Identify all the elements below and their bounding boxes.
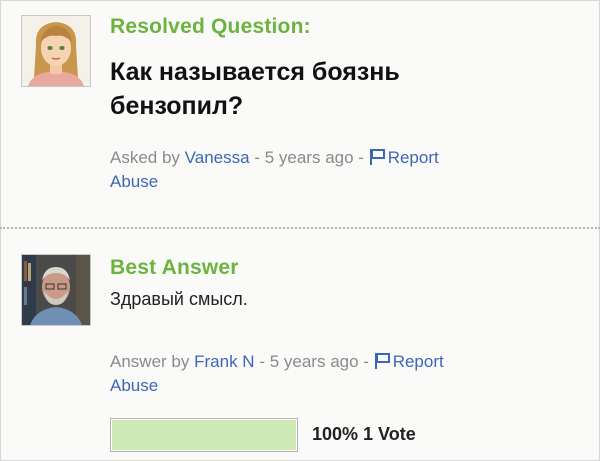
- best-answer-heading: Best Answer: [110, 256, 239, 279]
- answer-time: 5 years ago: [269, 352, 359, 371]
- question-meta: Asked by Vanessa - 5 years ago - Report A…: [110, 146, 580, 194]
- flag-icon: [374, 353, 390, 369]
- answerer-name-link[interactable]: Frank N: [194, 352, 254, 371]
- report-label: Report: [387, 148, 439, 167]
- meta-separator: -: [259, 352, 265, 371]
- man-photo-avatar-icon: [22, 255, 90, 325]
- asker-avatar[interactable]: [21, 15, 91, 87]
- meta-separator: -: [254, 148, 260, 167]
- question-heading: Resolved Question:: [110, 15, 311, 38]
- meta-separator: -: [358, 148, 364, 167]
- section-divider: [0, 227, 600, 229]
- abuse-label: Abuse: [110, 376, 159, 395]
- asked-by-label: Asked by: [110, 148, 180, 167]
- question-time: 5 years ago: [264, 148, 354, 167]
- abuse-label: Abuse: [110, 172, 159, 191]
- answer-text: Здравый смысл.: [110, 289, 248, 309]
- vote-label: 100% 1 Vote: [312, 424, 416, 444]
- answer-by-label: Answer by: [110, 352, 190, 371]
- question-title: Как называется боязнь бензопил?: [110, 58, 400, 120]
- vote-progress-bar: [110, 418, 298, 452]
- flag-icon: [369, 149, 385, 165]
- meta-separator: -: [363, 352, 369, 371]
- cartoon-girl-avatar-icon: [22, 16, 90, 86]
- asker-name-link[interactable]: Vanessa: [185, 148, 250, 167]
- vote-progress-fill: [112, 420, 296, 450]
- answerer-avatar[interactable]: [21, 254, 91, 326]
- report-label: Report: [392, 352, 444, 371]
- answer-meta: Answer by Frank N - 5 years ago - Report…: [110, 350, 580, 398]
